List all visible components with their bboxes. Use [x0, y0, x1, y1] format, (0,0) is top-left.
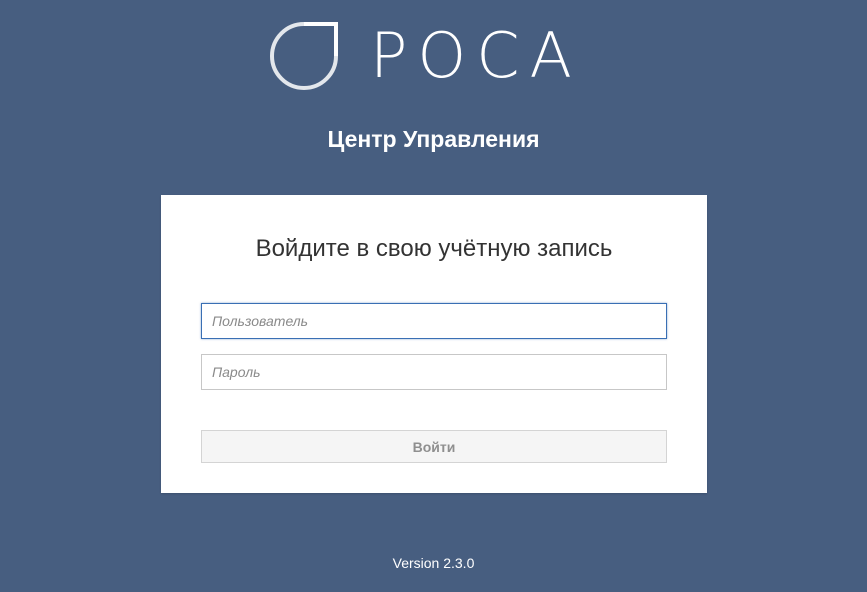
password-input[interactable]: [201, 354, 667, 390]
brand-logo: РОСА: [268, 20, 582, 92]
brand-name: РОСА: [370, 19, 582, 92]
username-input[interactable]: [201, 303, 667, 339]
login-card: Войдите в свою учётную запись Войти: [161, 195, 707, 493]
login-page: РОСА Центр Управления Войдите в свою учё…: [0, 0, 867, 592]
version-label: Version 2.3.0: [392, 555, 475, 571]
app-title: Центр Управления: [327, 126, 540, 152]
login-card-title: Войдите в свою учётную запись: [255, 235, 613, 262]
login-button[interactable]: Войти: [201, 430, 667, 463]
rosa-bracket-logo-icon: [268, 20, 340, 92]
